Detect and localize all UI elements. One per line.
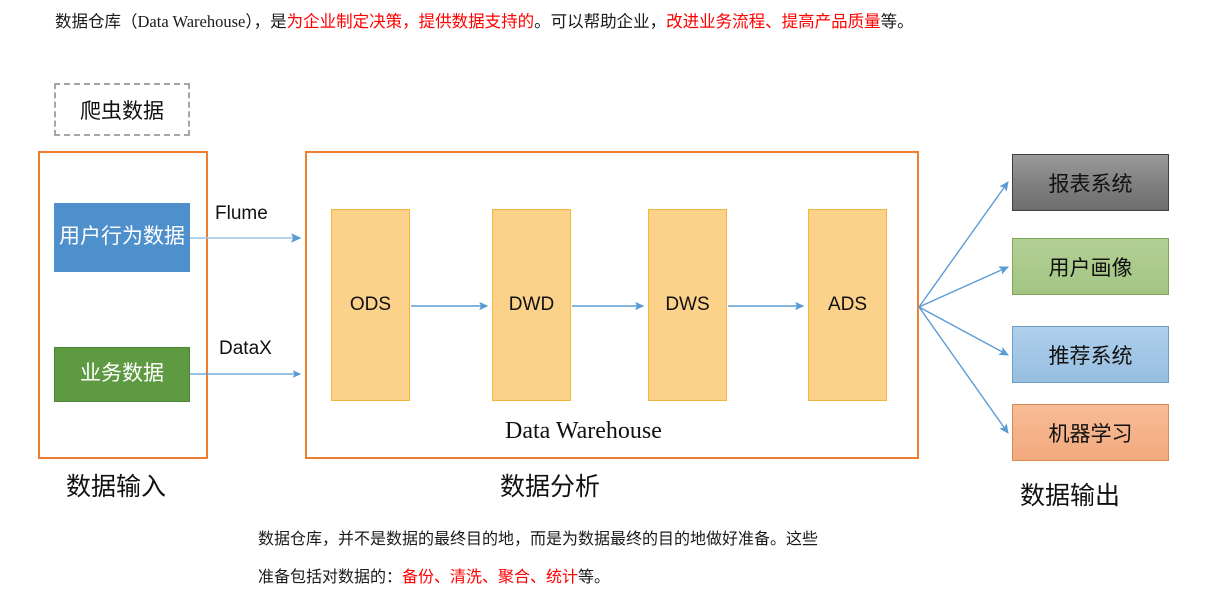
output-box-user-profile[interactable]: 用户画像 [1012, 238, 1169, 295]
output-box-report-system[interactable]: 报表系统 [1012, 154, 1169, 211]
input-section-caption: 数据输入 [66, 473, 167, 501]
output-box-machine-learning[interactable]: 机器学习 [1012, 404, 1169, 461]
user-behavior-data-label: 用户行为数据 [59, 225, 185, 249]
top-text-seg1: 数据仓库（Data Warehouse），是 [55, 12, 287, 31]
arrow-to-report-system [918, 181, 1009, 308]
data-warehouse-title: Data Warehouse [505, 418, 662, 444]
datax-transport-label: DataX [219, 338, 272, 359]
top-description-text: 数据仓库（Data Warehouse），是为企业制定决策，提供数据支持的。可以… [55, 10, 914, 35]
output-label-report-system: 报表系统 [1048, 172, 1133, 196]
user-behavior-data-box[interactable]: 用户行为数据 [54, 203, 190, 272]
layer-label-ads: ADS [827, 294, 868, 315]
output-box-recommendation-system[interactable]: 推荐系统 [1012, 326, 1169, 383]
layer-box-dws[interactable]: DWS [648, 209, 727, 401]
analysis-section-caption: 数据分析 [500, 473, 601, 501]
output-label-recommendation-system: 推荐系统 [1048, 344, 1133, 368]
output-label-user-profile: 用户画像 [1048, 256, 1133, 280]
layer-label-ods: ODS [349, 294, 392, 315]
crawler-data-label: 爬虫数据 [80, 99, 164, 123]
crawler-data-box[interactable]: 爬虫数据 [54, 83, 190, 136]
bottom-text-prefix: 准备包括对数据的： [258, 569, 403, 586]
output-label-machine-learning: 机器学习 [1048, 422, 1133, 446]
layer-box-dwd[interactable]: DWD [492, 209, 571, 401]
input-section-frame [38, 151, 208, 459]
arrow-to-recommendation-system [918, 306, 1009, 356]
arrow-to-machine-learning [918, 306, 1009, 434]
layer-label-dws: DWS [665, 294, 710, 315]
bottom-description-line-2: 准备包括对数据的：备份、清洗、聚合、统计等。 [258, 566, 610, 590]
top-text-seg2-highlight: 为企业制定决策，提供数据支持的 [286, 12, 535, 31]
output-section-caption: 数据输出 [1020, 482, 1121, 510]
arrow-to-user-profile [918, 266, 1010, 308]
top-text-seg5: 等。 [880, 12, 914, 31]
bottom-text-highlight: 备份、清洗、聚合、统计 [402, 569, 579, 586]
layer-label-dwd: DWD [508, 294, 555, 315]
business-data-label: 业务数据 [80, 362, 164, 386]
flume-transport-label: Flume [215, 203, 268, 224]
top-text-seg4-highlight: 改进业务流程、提高产品质量 [666, 12, 881, 31]
bottom-description-line-1: 数据仓库，并不是数据的最终目的地，而是为数据最终的目的地做好准备。这些 [258, 531, 819, 548]
business-data-box[interactable]: 业务数据 [54, 347, 190, 402]
top-text-seg3: 。可以帮助企业， [534, 12, 667, 31]
layer-box-ads[interactable]: ADS [808, 209, 887, 401]
layer-box-ods[interactable]: ODS [331, 209, 410, 401]
bottom-text-suffix: 等。 [578, 569, 611, 586]
